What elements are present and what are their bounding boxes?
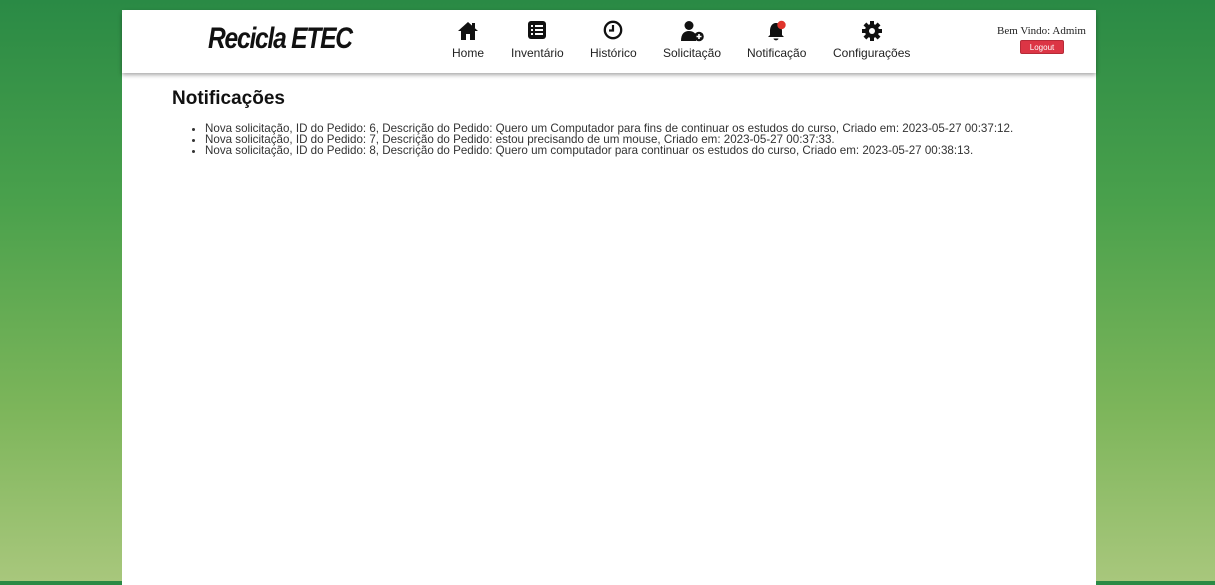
page-container: Recicla ETEC Home Inventário Histórico S… [122,10,1096,585]
nav-item-historico[interactable]: Histórico [590,20,637,60]
site-logo[interactable]: Recicla ETEC [208,22,353,56]
bell-alert-icon [747,20,806,44]
logout-button[interactable]: Logout [1020,40,1064,54]
notification-list: Nova solicitação, ID do Pedido: 6, Descr… [174,123,1013,157]
gear-icon [833,20,910,44]
welcome-text: Bem Vindo: Admim [997,25,1086,37]
nav-label-solicitacao: Solicitação [663,46,722,60]
nav-item-solicitacao[interactable]: Solicitação [663,20,721,60]
nav-item-inventario[interactable]: Inventário [511,20,564,60]
home-icon [452,20,484,44]
nav-label-home: Home [452,46,485,60]
nav-label-inventario: Inventário [511,46,564,60]
notification-item: Nova solicitação, ID do Pedido: 8, Descr… [205,145,1013,157]
nav-label-configuracoes: Configurações [833,46,911,60]
nav-item-home[interactable]: Home [452,20,484,60]
nav-item-notificacao[interactable]: Notificação [747,20,806,60]
nav-item-configuracoes[interactable]: Configurações [833,20,910,60]
nav-label-notificacao: Notificação [747,46,807,60]
nav-label-historico: Histórico [590,46,637,60]
navbar: Recicla ETEC Home Inventário Histórico S… [122,10,1096,73]
clock-icon [590,20,637,44]
user-plus-icon [663,20,721,44]
list-icon [511,20,564,44]
page-title: Notificações [172,88,285,109]
